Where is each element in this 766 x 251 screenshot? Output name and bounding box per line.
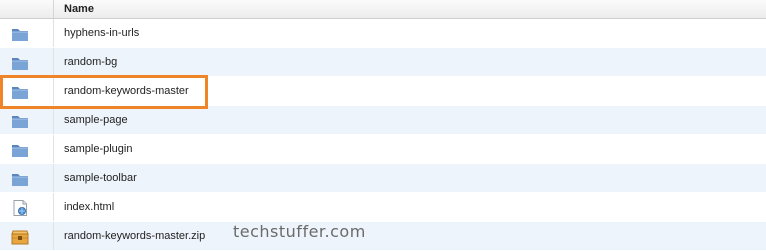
file-row-random-bg[interactable]: random-bg bbox=[0, 48, 766, 77]
file-name: random-bg bbox=[64, 56, 118, 68]
folder-icon bbox=[12, 116, 28, 128]
icon-cell bbox=[0, 19, 54, 47]
zip-archive-icon bbox=[11, 230, 29, 245]
name-column-header[interactable]: Name bbox=[64, 3, 94, 15]
file-row-sample-page[interactable]: sample-page bbox=[0, 106, 766, 135]
icon-cell bbox=[0, 164, 54, 192]
file-name: sample-page bbox=[64, 114, 128, 126]
header-icon-column[interactable] bbox=[0, 0, 54, 18]
file-row-random-keywords-master[interactable]: random-keywords-master bbox=[0, 77, 766, 106]
file-row-random-keywords-master-zip[interactable]: random-keywords-master.zip bbox=[0, 222, 766, 251]
watermark: techstuffer.com bbox=[233, 222, 366, 241]
file-list-header: Name bbox=[0, 0, 766, 19]
file-row-sample-toolbar[interactable]: sample-toolbar bbox=[0, 164, 766, 193]
file-row-sample-plugin[interactable]: sample-plugin bbox=[0, 135, 766, 164]
icon-cell bbox=[0, 77, 54, 105]
file-row-hyphens-in-urls[interactable]: hyphens-in-urls bbox=[0, 19, 766, 48]
icon-cell bbox=[0, 193, 54, 221]
file-name: random-keywords-master bbox=[64, 85, 189, 97]
file-list: hyphens-in-urls random-bg random-keyword… bbox=[0, 19, 766, 251]
icon-cell bbox=[0, 48, 54, 76]
file-name: index.html bbox=[64, 201, 115, 213]
html-file-icon bbox=[13, 200, 27, 216]
folder-icon bbox=[12, 29, 28, 41]
icon-cell bbox=[0, 135, 54, 163]
icon-cell bbox=[0, 222, 54, 250]
icon-cell bbox=[0, 106, 54, 134]
file-name: hyphens-in-urls bbox=[64, 27, 140, 39]
folder-icon bbox=[12, 174, 28, 186]
file-name: random-keywords-master.zip bbox=[64, 230, 206, 242]
folder-icon bbox=[12, 58, 28, 70]
file-name: sample-toolbar bbox=[64, 172, 137, 184]
folder-icon bbox=[12, 145, 28, 157]
file-row-index-html[interactable]: index.html bbox=[0, 193, 766, 222]
file-name: sample-plugin bbox=[64, 143, 133, 155]
folder-icon bbox=[12, 87, 28, 99]
